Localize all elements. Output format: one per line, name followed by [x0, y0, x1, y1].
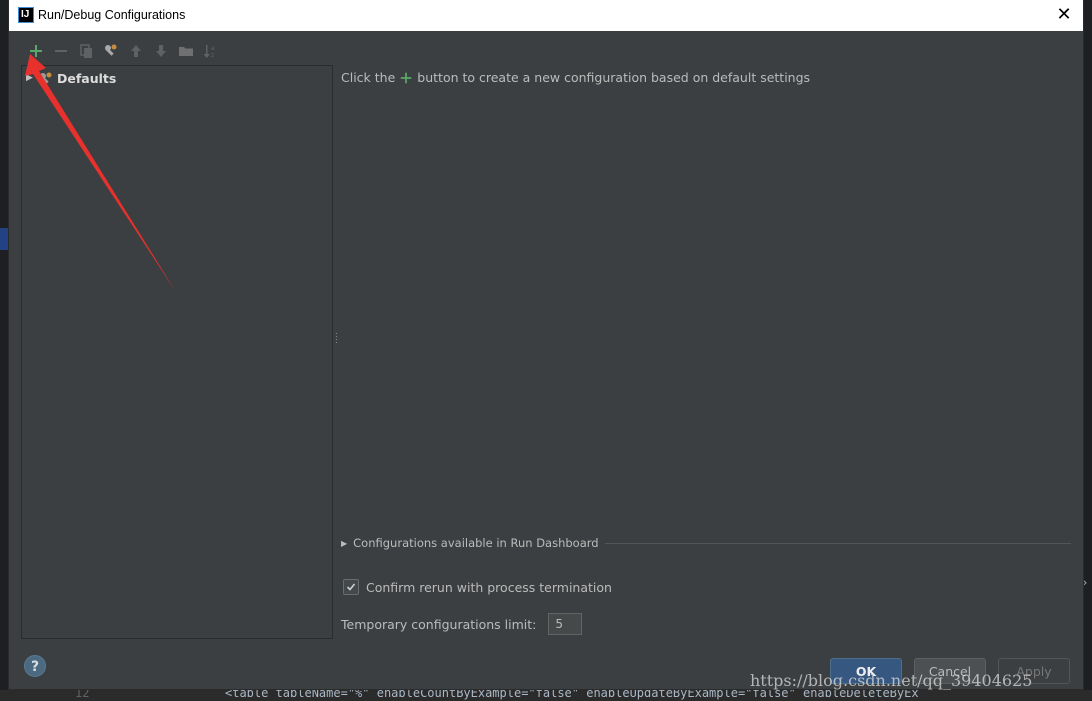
temporary-limit-label: Temporary configurations limit:: [341, 616, 537, 632]
configuration-tree[interactable]: ▶ Defaults: [21, 65, 333, 639]
section-divider: [604, 542, 1071, 544]
copy-configuration-button[interactable]: [73, 40, 98, 62]
plus-icon: [401, 72, 412, 83]
sort-icon: az: [203, 45, 215, 59]
expand-arrow-icon[interactable]: ▶: [26, 73, 36, 83]
watermark-text: https://blog.csdn.net/qq_39404625: [750, 671, 1033, 690]
create-folder-button[interactable]: [173, 40, 198, 62]
add-configuration-button[interactable]: [23, 40, 48, 62]
confirm-rerun-checkbox[interactable]: [343, 579, 359, 595]
checkmark-icon: [346, 583, 356, 591]
wrench-icon: [104, 44, 116, 56]
arrow-down-icon: [155, 45, 166, 57]
close-button[interactable]: ✕: [1053, 4, 1075, 26]
confirm-rerun-label: Confirm rerun with process termination: [366, 579, 612, 595]
edit-defaults-button[interactable]: [98, 40, 123, 62]
run-debug-dialog: IJ Run/Debug Configurations ✕ az ▶ Defau…: [8, 0, 1084, 690]
temporary-limit-row: Temporary configurations limit:: [341, 613, 583, 635]
background-editor-strip: [0, 228, 8, 250]
remove-configuration-button[interactable]: [48, 40, 73, 62]
tree-node-label: Defaults: [57, 70, 117, 86]
window-title: Run/Debug Configurations: [38, 8, 186, 22]
arrow-up-icon: [130, 45, 141, 57]
sort-button[interactable]: az: [198, 40, 223, 62]
title-bar: IJ Run/Debug Configurations ✕: [9, 0, 1083, 31]
create-config-hint: Click the button to create a new configu…: [341, 70, 810, 85]
move-up-button[interactable]: [123, 40, 148, 62]
confirm-rerun-option[interactable]: Confirm rerun with process termination: [343, 579, 612, 595]
temporary-limit-input[interactable]: [548, 613, 583, 635]
svg-text:z: z: [211, 52, 214, 59]
expand-triangle-icon[interactable]: ▶: [341, 539, 347, 548]
plus-icon: [29, 45, 42, 57]
hint-text-before: Click the: [341, 70, 396, 85]
run-dashboard-section[interactable]: ▶ Configurations available in Run Dashbo…: [341, 536, 1071, 550]
folder-icon: [178, 47, 193, 56]
panel-splitter-handle[interactable]: [335, 333, 338, 347]
svg-text:a: a: [211, 45, 215, 52]
hint-text-after: button to create a new configuration bas…: [417, 70, 811, 85]
defaults-wrench-icon: [40, 72, 52, 84]
configuration-toolbar: az: [23, 40, 223, 62]
move-down-button[interactable]: [148, 40, 173, 62]
help-button[interactable]: ?: [24, 655, 46, 677]
dashboard-label: Configurations available in Run Dashboar…: [353, 536, 599, 550]
intellij-app-icon: IJ: [18, 7, 34, 23]
minus-icon: [54, 50, 67, 52]
tree-node-defaults[interactable]: ▶ Defaults: [26, 69, 116, 87]
copy-icon: [79, 44, 92, 58]
